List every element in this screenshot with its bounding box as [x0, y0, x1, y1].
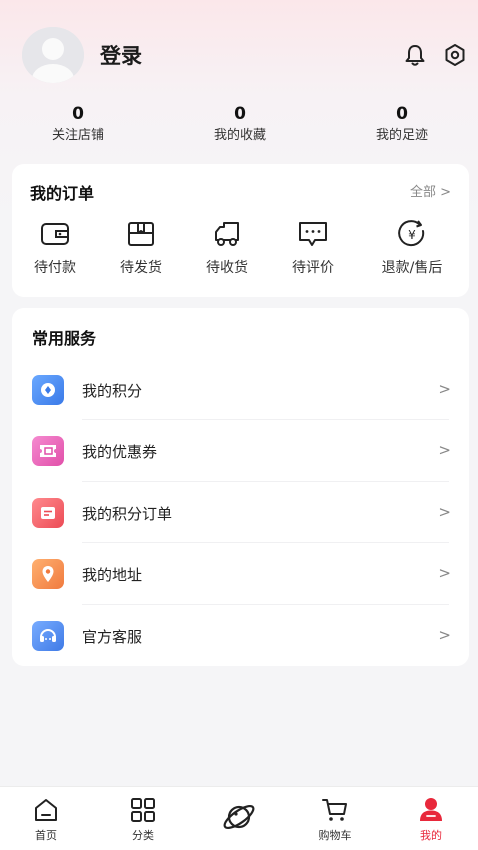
settings-icon[interactable]: [442, 42, 468, 68]
tab-label: 购物车: [318, 829, 352, 842]
common-services-card: 常用服务 我的积分 > 我的优惠券 > 我的积分订单 > 我的地址 > 官方客服…: [12, 308, 469, 666]
chevron-right-icon: >: [438, 564, 451, 582]
order-pending-review[interactable]: 待评价: [272, 219, 354, 277]
tab-category[interactable]: 分类: [108, 795, 178, 843]
stat-favorites[interactable]: 0 我的收藏: [190, 104, 290, 146]
points-order-icon: [32, 498, 64, 528]
my-orders-card: 我的订单 全部 > 待付款 待发货 待收货 待评价 ¥ 退款/售后: [12, 164, 469, 297]
view-all-orders-link[interactable]: 全部 >: [410, 181, 451, 200]
tab-profile[interactable]: 我的: [396, 795, 466, 843]
planet-icon: [221, 799, 257, 835]
package-icon: [125, 219, 157, 249]
order-status-label: 待收货: [206, 260, 248, 276]
order-pending-shipment[interactable]: 待发货: [100, 219, 182, 277]
chevron-right-icon: >: [438, 380, 451, 398]
stats-row: 0 关注店铺 0 我的收藏 0 我的足迹: [0, 104, 478, 150]
service-points-orders[interactable]: 我的积分订单 >: [12, 482, 469, 542]
my-orders-title: 我的订单: [30, 184, 95, 203]
location-icon: [32, 559, 64, 589]
services-title: 常用服务: [32, 329, 97, 348]
service-customer-support[interactable]: 官方客服 >: [12, 605, 469, 665]
service-label: 我的积分: [82, 382, 143, 400]
order-status-label: 待付款: [34, 260, 76, 276]
order-pending-payment[interactable]: 待付款: [14, 219, 96, 277]
stat-value: 0: [396, 104, 408, 124]
service-label: 我的优惠券: [82, 443, 158, 461]
refund-icon: ¥: [396, 219, 428, 249]
chevron-right-icon: >: [438, 626, 451, 644]
service-label: 我的地址: [82, 566, 143, 584]
tab-discover[interactable]: [204, 799, 274, 837]
svg-text:¥: ¥: [408, 228, 416, 242]
profile-header: 登录 0 关注店铺 0 我的收藏 0 我的足迹: [0, 0, 478, 160]
bottom-tab-bar: 首页 分类 购物车 我的: [0, 786, 478, 850]
tab-label: 我的: [420, 829, 442, 842]
profile-icon: [416, 795, 446, 825]
service-label: 我的积分订单: [82, 505, 173, 523]
comment-icon: [297, 219, 329, 249]
order-pending-receipt[interactable]: 待收货: [186, 219, 268, 277]
login-link[interactable]: 登录: [100, 40, 142, 70]
stat-value: 0: [234, 104, 246, 124]
stat-value: 0: [72, 104, 84, 124]
service-my-coupons[interactable]: 我的优惠券 >: [12, 420, 469, 480]
order-status-label: 待评价: [292, 260, 334, 276]
service-my-address[interactable]: 我的地址 >: [12, 543, 469, 603]
points-icon: [32, 375, 64, 405]
chevron-right-icon: >: [438, 441, 451, 459]
tab-home[interactable]: 首页: [11, 795, 81, 843]
stat-label: 关注店铺: [51, 128, 104, 143]
avatar[interactable]: [22, 27, 84, 83]
service-label: 官方客服: [82, 628, 143, 646]
tab-label: 分类: [132, 829, 154, 842]
chevron-right-icon: >: [438, 503, 451, 521]
stat-label: 我的足迹: [375, 128, 428, 143]
stat-footprints[interactable]: 0 我的足迹: [352, 104, 452, 146]
service-my-points[interactable]: 我的积分 >: [12, 359, 469, 419]
home-icon: [31, 795, 61, 825]
wallet-icon: [39, 219, 71, 249]
customer-service-icon: [32, 621, 64, 651]
coupon-icon: [32, 436, 64, 466]
tab-label: 首页: [35, 829, 57, 842]
order-refund-aftersale[interactable]: ¥ 退款/售后: [366, 219, 458, 277]
truck-icon: [211, 219, 243, 249]
tab-cart[interactable]: 购物车: [300, 795, 370, 843]
stat-label: 我的收藏: [213, 128, 266, 143]
stat-followed-shops[interactable]: 0 关注店铺: [28, 104, 128, 146]
order-status-label: 待发货: [120, 260, 162, 276]
bell-icon[interactable]: [402, 42, 428, 68]
cart-icon: [320, 795, 350, 825]
category-icon: [128, 795, 158, 825]
order-status-label: 退款/售后: [381, 260, 443, 276]
avatar-placeholder-icon: [22, 27, 84, 83]
